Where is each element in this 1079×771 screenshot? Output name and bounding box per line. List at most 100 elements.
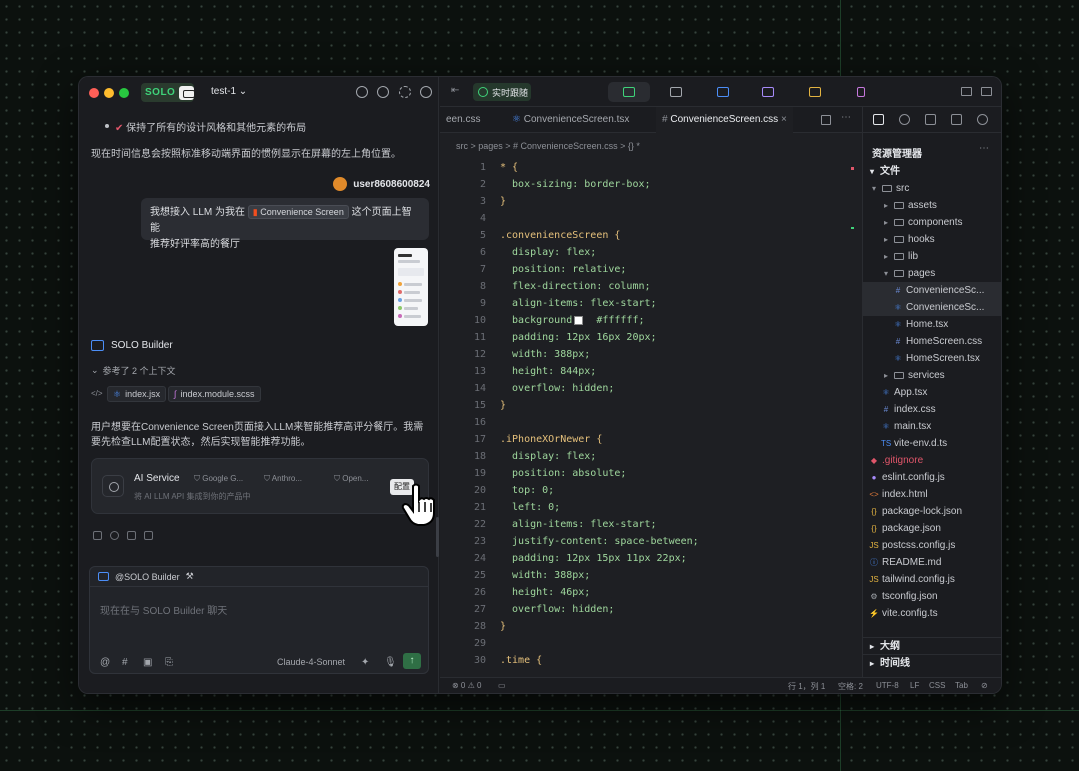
file-item[interactable]: JS tailwind.config.js (863, 571, 1001, 588)
send-button[interactable]: ↑ (403, 653, 421, 669)
project-selector[interactable]: test-1 ⌄ (211, 86, 247, 97)
image-icon[interactable]: ▣ (143, 657, 152, 668)
problems-indicator[interactable]: ⊗ 0 ⚠ 0 (452, 681, 481, 690)
file-item[interactable]: ⚛ ConvenienceSc... (863, 299, 1001, 316)
close-window-button[interactable] (89, 88, 99, 98)
close-icon[interactable]: × (781, 114, 787, 125)
chat-scrollbar[interactable] (436, 517, 439, 557)
code-line[interactable]: 15} (440, 397, 862, 414)
code-line[interactable]: 13 height: 844px; (440, 363, 862, 380)
reference-file-chip[interactable]: ⚛ index.jsx (107, 386, 167, 402)
layout-icon[interactable] (961, 87, 972, 96)
notifications-icon[interactable]: ⊘ (981, 681, 988, 690)
file-item[interactable]: <> index.html (863, 486, 1001, 503)
language-mode[interactable]: CSS (929, 681, 945, 690)
retry-icon[interactable] (110, 531, 119, 540)
settings-icon[interactable] (399, 86, 411, 98)
code-line[interactable]: 6 display: flex; (440, 244, 862, 261)
code-line[interactable]: 16 (440, 414, 862, 431)
copy-icon[interactable] (93, 531, 102, 540)
folder-item[interactable]: ▸ services (863, 367, 1001, 384)
file-item[interactable]: ⚡ vite.config.ts (863, 605, 1001, 622)
new-chat-icon[interactable] (356, 86, 368, 98)
code-line[interactable]: 11 padding: 12px 16px 20px; (440, 329, 862, 346)
breadcrumb[interactable]: src > pages > # ConvenienceScreen.css > … (456, 141, 640, 151)
more-icon[interactable]: ⋯ (841, 112, 851, 123)
reference-file-chip[interactable]: ∫ index.module.scss (168, 386, 261, 402)
file-item[interactable]: ◆ .gitignore (863, 452, 1001, 469)
folder-item[interactable]: ▸ lib (863, 248, 1001, 265)
code-line[interactable]: 21 left: 0; (440, 499, 862, 516)
hash-icon[interactable]: # (122, 657, 128, 668)
file-reference-chip[interactable]: ▮ Convenience Screen (247, 205, 349, 219)
file-item[interactable]: ⚛ HomeScreen.tsx (863, 350, 1001, 367)
tab-browser[interactable] (702, 82, 744, 102)
search-icon[interactable] (899, 114, 910, 125)
tab-docs[interactable] (747, 82, 789, 102)
cursor-position[interactable]: 行 1，列 1 (788, 681, 825, 692)
code-line[interactable]: 28} (440, 618, 862, 635)
zoom-window-button[interactable] (119, 88, 129, 98)
section-timeline[interactable]: ▸ 时间线 (863, 654, 1001, 671)
screenshot-thumbnail[interactable] (394, 248, 428, 326)
editor-tab[interactable]: een.css (440, 107, 486, 133)
file-item[interactable]: {} package.json (863, 520, 1001, 537)
file-item[interactable]: ⚙ tsconfig.json (863, 588, 1001, 605)
chat-input[interactable]: 现在在与 SOLO Builder 聊天 (100, 602, 227, 617)
split-editor-icon[interactable] (821, 115, 831, 125)
folder-item[interactable]: ▾ src (863, 180, 1001, 197)
editor-tab-active[interactable]: # ConvenienceScreen.css × (656, 107, 793, 133)
file-item[interactable]: # HomeScreen.css (863, 333, 1001, 350)
tab-terminal[interactable] (608, 82, 650, 102)
thumbs-down-icon[interactable] (144, 531, 153, 540)
code-line[interactable]: 14 overflow: hidden; (440, 380, 862, 397)
code-line[interactable]: 8 flex-direction: column; (440, 278, 862, 295)
chat-input-box[interactable]: @SOLO Builder ⚒ 现在在与 SOLO Builder 聊天 @ #… (89, 566, 429, 674)
file-item[interactable]: {} package-lock.json (863, 503, 1001, 520)
code-line[interactable]: 3} (440, 193, 862, 210)
file-item[interactable]: # index.css (863, 401, 1001, 418)
folder-item[interactable]: ▸ hooks (863, 231, 1001, 248)
file-item[interactable]: ⚛ App.tsx (863, 384, 1001, 401)
code-line[interactable]: 4 (440, 210, 862, 227)
code-line[interactable]: 17 .iPhoneXOrNewer { (440, 431, 862, 448)
context-references-toggle[interactable]: ⌄ 参考了 2 个上下文 (91, 364, 176, 377)
debug-icon[interactable] (977, 114, 988, 125)
code-line[interactable]: 1 * { (440, 159, 862, 176)
terminal-icon[interactable]: ▭ (498, 681, 506, 690)
file-item[interactable]: TS vite-env.d.ts (863, 435, 1001, 452)
code-line[interactable]: 30 .time { (440, 652, 862, 669)
model-selector[interactable]: Claude-4-Sonnet (277, 657, 345, 667)
code-line[interactable]: 23 justify-content: space-between; (440, 533, 862, 550)
editor-tab[interactable]: ⚛ ConvenienceScreen.tsx (506, 107, 635, 133)
code-line[interactable]: 2 box-sizing: border-box; (440, 176, 862, 193)
code-line[interactable]: 29 (440, 635, 862, 652)
section-outline[interactable]: ▸ 大纲 (863, 637, 1001, 654)
code-line[interactable]: 26 height: 46px; (440, 584, 862, 601)
mention-icon[interactable]: @ (100, 657, 110, 668)
code-line[interactable]: 5 .convenienceScreen { (440, 227, 862, 244)
file-item[interactable]: # ConvenienceSc... (863, 282, 1001, 299)
extensions-icon[interactable] (951, 114, 962, 125)
code-line[interactable]: 12 width: 388px; (440, 346, 862, 363)
more-icon[interactable]: ⋯ (979, 143, 989, 154)
file-item[interactable]: ⓘ README.md (863, 554, 1001, 571)
source-control-icon[interactable] (925, 114, 936, 125)
tab-mode[interactable]: Tab (955, 681, 968, 690)
account-icon[interactable] (420, 86, 432, 98)
tab-editor[interactable] (655, 82, 697, 102)
code-line[interactable]: 24 padding: 12px 15px 11px 22px; (440, 550, 862, 567)
code-line[interactable]: 22 align-items: flex-start; (440, 516, 862, 533)
realtime-follow-toggle[interactable]: 实时跟随 (473, 83, 531, 101)
line-ending[interactable]: LF (910, 681, 919, 690)
ai-service-card[interactable]: AI Service ⛉ Google G... ⛉ Anthro... ⛉ O… (91, 458, 429, 514)
code-line[interactable]: 7 position: relative; (440, 261, 862, 278)
history-icon[interactable] (377, 86, 389, 98)
collapse-panel-icon[interactable]: ⇤ (451, 85, 459, 96)
editor-scrollbar[interactable] (851, 167, 857, 667)
folder-item[interactable]: ▸ assets (863, 197, 1001, 214)
solo-mode-badge[interactable]: SOLO (141, 83, 195, 102)
indentation[interactable]: 空格: 2 (838, 681, 863, 692)
file-item[interactable]: ⚛ Home.tsx (863, 316, 1001, 333)
section-files[interactable]: ▾ 文件 (863, 163, 1001, 180)
